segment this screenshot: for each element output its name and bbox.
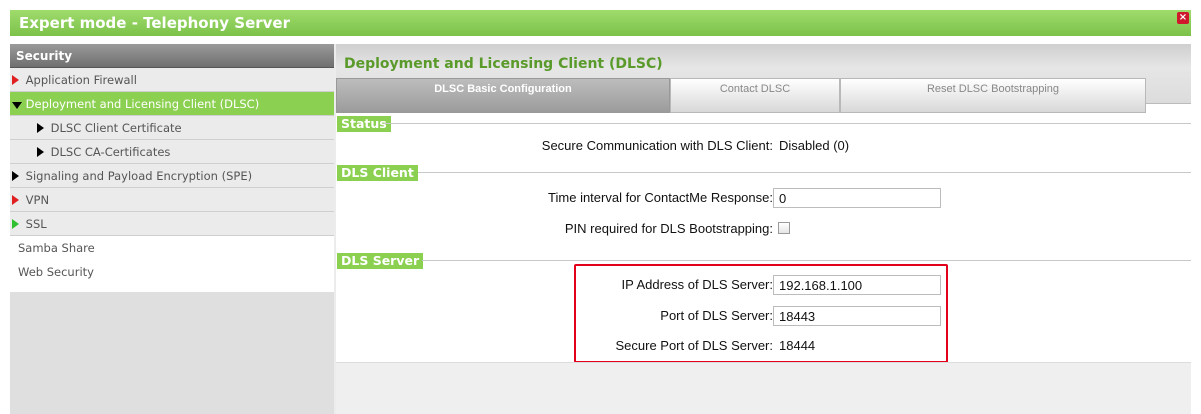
section-divider bbox=[422, 260, 1191, 261]
sidebar-item-label: VPN bbox=[25, 193, 50, 207]
expand-arrow-icon bbox=[12, 69, 21, 85]
sidebar-item-label: Samba Share bbox=[18, 241, 95, 255]
sidebar-item-label: SSL bbox=[25, 217, 47, 231]
sidebar-item-label: Web Security bbox=[18, 265, 94, 279]
content-panel: Deployment and Licensing Client (DLSC) D… bbox=[336, 44, 1191, 414]
highlight-box bbox=[574, 264, 948, 363]
pin-required-checkbox[interactable] bbox=[778, 222, 790, 234]
sidebar-header-security[interactable]: Security bbox=[10, 44, 334, 68]
tab-reset-dlsc-bootstrapping[interactable]: Reset DLSC Bootstrapping bbox=[840, 78, 1146, 113]
contactme-row: Time interval for ContactMe Response: bbox=[336, 188, 1191, 210]
sidebar-item-dlsc-ca-certificates[interactable]: DLSC CA-Certificates bbox=[10, 140, 334, 164]
sidebar-item-ssl[interactable]: SSL bbox=[10, 212, 334, 236]
field-label: Secure Communication with DLS Client: bbox=[541, 138, 773, 153]
sidebar-item-vpn[interactable]: VPN bbox=[10, 188, 334, 212]
sidebar-item-application-firewall[interactable]: Application Firewall bbox=[10, 68, 334, 92]
sidebar-item-web-security[interactable]: Web Security bbox=[10, 260, 334, 292]
content-header: Deployment and Licensing Client (DLSC) D… bbox=[336, 44, 1191, 113]
sidebar-item-label: Application Firewall bbox=[25, 73, 137, 87]
sidebar-item-dlsc[interactable]: Deployment and Licensing Client (DLSC) bbox=[10, 92, 334, 116]
secure-comm-value: Disabled (0) bbox=[779, 138, 850, 153]
section-label: DLS Client bbox=[337, 165, 418, 181]
pin-row: PIN required for DLS Bootstrapping: bbox=[336, 221, 1191, 239]
field-label: Time interval for ContactMe Response: bbox=[548, 190, 773, 205]
tab-dlsc-basic-configuration[interactable]: DLSC Basic Configuration bbox=[336, 78, 670, 113]
expand-arrow-icon bbox=[37, 117, 46, 133]
sidebar-item-spe[interactable]: Signaling and Payload Encryption (SPE) bbox=[10, 164, 334, 188]
expand-arrow-icon bbox=[37, 141, 46, 157]
window-title-bar: Expert mode - Telephony Server × bbox=[10, 10, 1191, 36]
section-label: Status bbox=[337, 116, 391, 132]
section-divider bbox=[384, 123, 1191, 124]
close-icon[interactable]: × bbox=[1177, 12, 1189, 24]
expand-arrow-icon bbox=[12, 213, 21, 229]
section-divider bbox=[418, 172, 1191, 173]
section-label: DLS Server bbox=[337, 253, 424, 269]
bottom-bar bbox=[336, 362, 1191, 414]
sidebar: Security Application Firewall Deployment… bbox=[10, 44, 334, 414]
collapse-arrow-icon bbox=[12, 93, 22, 109]
window-title: Expert mode - Telephony Server bbox=[19, 14, 290, 32]
main-frame: Security Application Firewall Deployment… bbox=[10, 44, 1191, 414]
sidebar-item-label: DLSC CA-Certificates bbox=[50, 145, 171, 159]
expand-arrow-icon bbox=[12, 165, 21, 181]
sidebar-item-dlsc-client-certificate[interactable]: DLSC Client Certificate bbox=[10, 116, 334, 140]
sidebar-item-label: Deployment and Licensing Client (DLSC) bbox=[25, 97, 260, 111]
expand-arrow-icon bbox=[12, 189, 21, 205]
status-section: Status Secure Communication with DLS Cli… bbox=[336, 116, 1191, 160]
sidebar-item-label: DLSC Client Certificate bbox=[50, 121, 182, 135]
tab-contact-dlsc[interactable]: Contact DLSC bbox=[670, 78, 840, 113]
field-label: PIN required for DLS Bootstrapping: bbox=[564, 221, 773, 236]
contactme-response-input[interactable] bbox=[773, 188, 941, 208]
sidebar-item-label: Signaling and Payload Encryption (SPE) bbox=[25, 169, 253, 183]
sidebar-item-samba-share[interactable]: Samba Share bbox=[10, 236, 334, 260]
page-title: Deployment and Licensing Client (DLSC) bbox=[344, 56, 663, 72]
dls-client-section: DLS Client Time interval for ContactMe R… bbox=[336, 165, 1191, 245]
